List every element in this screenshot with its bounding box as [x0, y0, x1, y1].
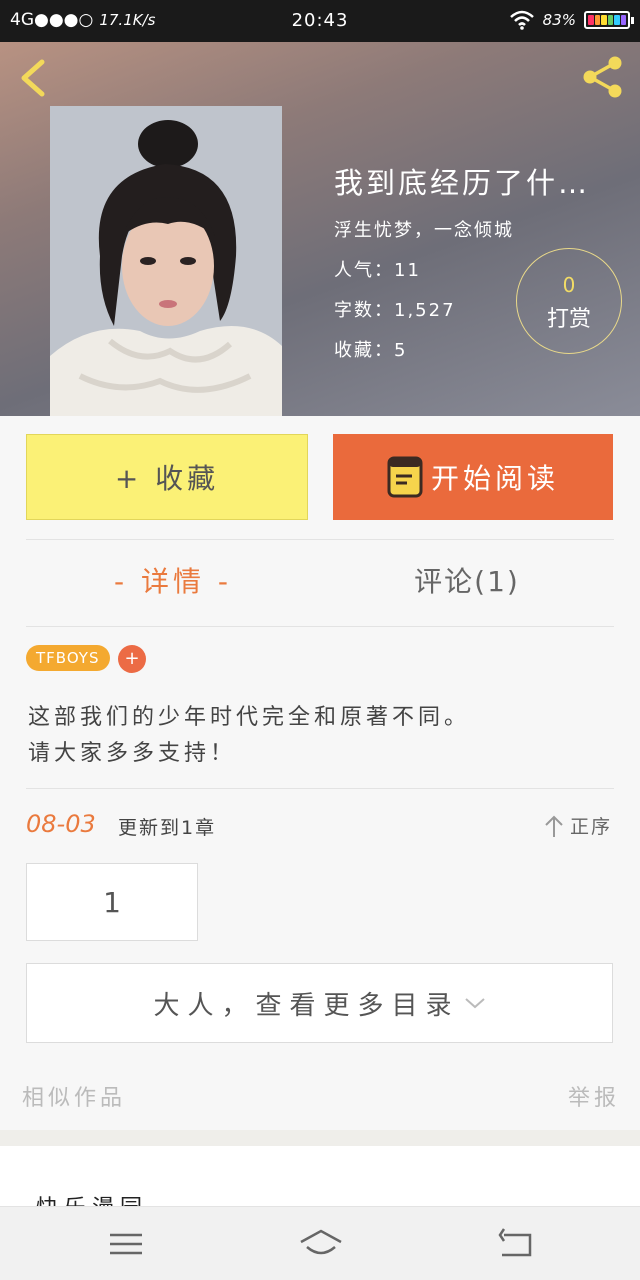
tab-detail[interactable]: - 详情 - — [26, 560, 320, 600]
book-subtitle: 浮生忧梦，一念倾城 — [334, 220, 514, 241]
start-reading-label: 开始阅读 — [430, 462, 559, 495]
update-date: 08-03 — [26, 810, 96, 838]
arrow-up-icon — [545, 815, 563, 837]
sort-order-button[interactable]: 正序 — [544, 812, 612, 839]
more-chapters-button[interactable]: 大人，查看更多目录 — [26, 963, 613, 1043]
share-icon[interactable] — [580, 54, 626, 100]
update-text: 更新到1章 — [118, 817, 217, 839]
book-description: 这部我们的少年时代完全和原著不同。 请大家多多支持！ — [28, 700, 470, 772]
divider — [26, 626, 614, 627]
reward-label: 打赏 — [546, 307, 591, 332]
collect-label: + 收藏 — [114, 462, 220, 495]
similar-work-card[interactable]: 快乐漫园 — [0, 1146, 640, 1206]
sort-label: 正序 — [569, 816, 612, 838]
book-title: 我到底经历了什… — [334, 166, 591, 200]
chevron-down-icon — [464, 998, 485, 1009]
book-icon — [387, 456, 423, 498]
wifi-icon — [509, 10, 534, 30]
add-tag-button[interactable]: + — [118, 645, 146, 673]
tag-tfboys[interactable]: TFBOYS — [26, 645, 110, 671]
reward-count: 0 — [562, 273, 576, 297]
chapter-item[interactable]: 1 — [26, 863, 198, 941]
start-reading-button[interactable]: 开始阅读 — [333, 434, 613, 520]
chapter-number: 1 — [103, 885, 121, 919]
battery-percent: 83% — [542, 11, 576, 29]
status-right: 83% — [509, 10, 634, 30]
similar-work-title: 快乐漫园 — [36, 1190, 148, 1206]
back-button[interactable] — [16, 58, 50, 98]
divider — [26, 539, 614, 540]
description-line: 这部我们的少年时代完全和原著不同。 — [28, 705, 471, 730]
similar-works-heading: 相似作品 — [22, 1086, 127, 1111]
back-nav-icon[interactable] — [496, 1227, 536, 1261]
menu-icon[interactable] — [106, 1227, 146, 1261]
status-bar: 4G●●●○ 17.1K/s 20:43 83% — [0, 0, 640, 42]
battery-icon — [584, 11, 634, 29]
system-nav-bar — [0, 1206, 640, 1280]
more-chapters-label: 大人，查看更多目录 — [153, 990, 460, 1021]
cover-portrait — [50, 106, 282, 416]
book-header: 我到底经历了什… 浮生忧梦，一念倾城 人气：11 字数：1,527 收藏：5 0… — [0, 42, 640, 416]
tab-comment[interactable]: 评论(1) — [320, 560, 614, 600]
divider — [26, 788, 614, 789]
home-icon[interactable] — [298, 1227, 344, 1261]
reward-button[interactable]: 0 打赏 — [516, 248, 622, 354]
report-link[interactable]: 举报 — [568, 1080, 620, 1112]
section-gap — [0, 1130, 640, 1146]
collect-button[interactable]: + 收藏 — [26, 434, 308, 520]
book-cover-image[interactable] — [50, 106, 282, 416]
description-line: 请大家多多支持！ — [28, 741, 237, 766]
